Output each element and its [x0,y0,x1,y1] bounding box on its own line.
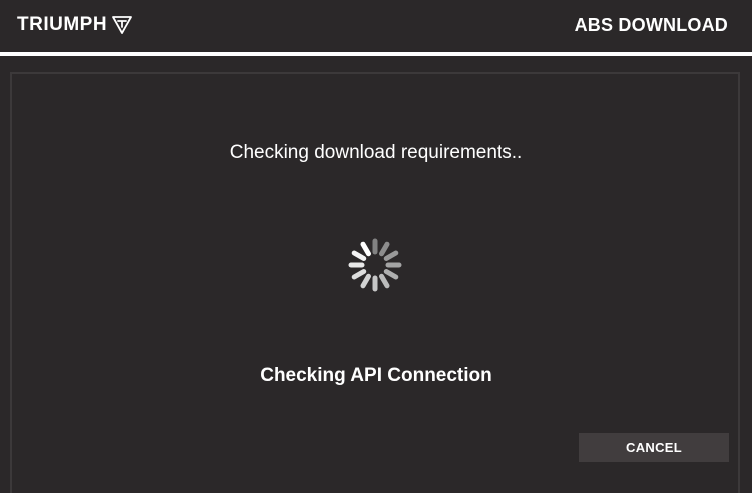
spinner-spoke [360,273,371,289]
triumph-t-logo-icon [112,16,132,34]
spinner-spoke [360,241,371,257]
spinner-spoke [383,250,399,261]
header-divider [0,52,752,56]
status-text: Checking API Connection [260,365,492,386]
spinner-spoke [351,269,367,280]
abs-download-window: TRIUMPH ABS DOWNLOAD Checking download r… [0,0,752,493]
spinner-spoke [379,273,390,289]
header-bar: TRIUMPH ABS DOWNLOAD [0,0,752,52]
triumph-logo: TRIUMPH [17,12,132,38]
requirements-text: Checking download requirements.. [229,142,523,163]
spinner-spoke [383,269,399,280]
page-title: ABS DOWNLOAD [574,15,728,35]
cancel-button[interactable]: CANCEL [579,433,729,462]
loading-spinner-icon [348,238,402,292]
spinner-spoke [351,250,367,261]
spinner-spoke [379,241,390,257]
logo-text: TRIUMPH [17,14,108,35]
